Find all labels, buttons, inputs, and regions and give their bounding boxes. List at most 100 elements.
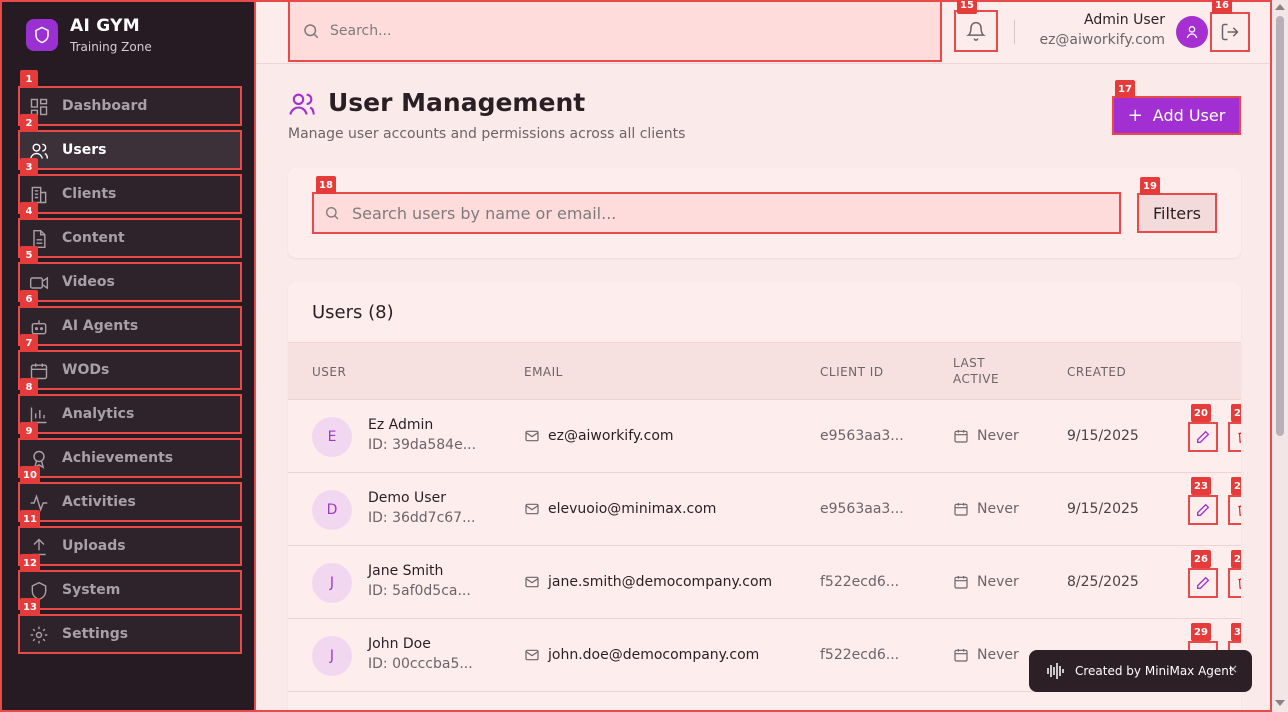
nav-badge-videos: 5 <box>20 246 38 264</box>
global-search-placeholder: Search... <box>330 23 392 39</box>
user-email-cell: john.doe@democompany.com <box>548 647 760 663</box>
nav-badge-clients: 3 <box>20 158 38 176</box>
add-user-button[interactable]: + Add User <box>1112 96 1241 135</box>
client-id-cell: f522ecd6... <box>820 647 900 663</box>
sidebar-item-label: Dashboard <box>62 98 148 114</box>
last-active-cell: Never <box>977 501 1019 517</box>
last-active-cell: Never <box>977 574 1019 590</box>
plus-icon: + <box>1127 105 1143 126</box>
sidebar-item-label: Achievements <box>62 450 174 466</box>
mail-icon <box>525 576 539 588</box>
edit-button[interactable] <box>1188 495 1218 525</box>
client-id-cell: f522ecd6... <box>820 574 900 590</box>
bell-badge: 15 <box>957 0 977 14</box>
sidebar-item-activities[interactable]: Activities <box>18 482 242 522</box>
calendar-icon <box>954 503 968 516</box>
brand-title: AI GYM <box>70 16 141 36</box>
user-name-cell: John Doe <box>368 636 431 652</box>
scroll-up-icon[interactable] <box>1275 4 1285 10</box>
sidebar-item-label: Settings <box>62 626 129 642</box>
user-avatar: E <box>312 417 352 457</box>
sidebar-item-uploads[interactable]: Uploads <box>18 526 242 566</box>
sidebar-item-videos[interactable]: Videos <box>18 262 242 302</box>
brand-subtitle: Training Zone <box>70 40 152 54</box>
edit-button[interactable] <box>1188 568 1218 598</box>
table-header: USER EMAIL CLIENT ID LAST ACTIVE CREATED <box>288 342 1241 400</box>
user-name-cell: Jane Smith <box>368 563 444 579</box>
scroll-down-icon[interactable] <box>1275 700 1285 706</box>
sidebar-item-label: Users <box>62 142 107 158</box>
user-icon <box>1186 26 1198 39</box>
user-name: Admin User <box>1084 12 1165 28</box>
user-id-cell: ID: 39da584e... <box>368 437 477 453</box>
page-subtitle: Manage user accounts and permissions acr… <box>288 126 686 142</box>
sidebar-item-dashboard[interactable]: Dashboard <box>18 86 242 126</box>
scrollbar[interactable] <box>1272 0 1288 712</box>
close-icon[interactable]: × <box>1228 662 1238 676</box>
nav-badge-users: 2 <box>20 114 38 132</box>
toast-text: Created by MiniMax Agent <box>1075 664 1234 678</box>
filters-badge: 19 <box>1140 177 1160 195</box>
delete-badge: 24 <box>1231 477 1241 495</box>
nav-badge-achievements: 9 <box>20 422 38 440</box>
table-row: J Jane Smith ID: 5af0d5ca... jane.smith@dem… <box>288 546 1241 619</box>
trash-icon <box>1238 577 1241 589</box>
sidebar-item-settings[interactable]: Settings <box>18 614 242 654</box>
user-info: Admin User ez@aiworkify.com <box>1039 12 1165 48</box>
sidebar-item-label: System <box>62 582 121 598</box>
user-search-input[interactable]: Search users by name or email... <box>312 192 1121 234</box>
sidebar-item-label: WODs <box>62 362 110 378</box>
user-id-cell: ID: 36dd7c67... <box>368 510 476 526</box>
nav-badge-dashboard: 1 <box>20 70 38 88</box>
header-email: EMAIL <box>524 365 563 379</box>
user-email-cell: ez@aiworkify.com <box>548 428 674 444</box>
created-cell: 9/15/2025 <box>1067 428 1139 444</box>
edit-icon <box>1197 503 1210 516</box>
trash-icon <box>1238 431 1241 443</box>
scroll-thumb[interactable] <box>1276 16 1284 436</box>
sidebar-item-clients[interactable]: Clients <box>18 174 242 214</box>
sidebar-item-system[interactable]: System <box>18 570 242 610</box>
sidebar: AI GYM Training Zone 1 Dashboard 2 Users 3 Cl… <box>0 0 256 712</box>
sidebar-item-achievements[interactable]: Achievements <box>18 438 242 478</box>
edit-button[interactable] <box>1188 422 1218 452</box>
sidebar-item-analytics[interactable]: Analytics <box>18 394 242 434</box>
users-table-card: Users (8) USER EMAIL CLIENT ID LAST ACTI… <box>288 282 1241 712</box>
mail-icon <box>525 649 539 661</box>
sidebar-item-label: Clients <box>62 186 117 202</box>
logout-button[interactable] <box>1210 12 1250 52</box>
header-user: USER <box>312 365 347 379</box>
client-id-cell: e9563aa3... <box>820 501 904 517</box>
notifications-button[interactable] <box>954 10 998 52</box>
sidebar-item-content[interactable]: Content <box>18 218 242 258</box>
delete-badge: 27 <box>1231 550 1241 568</box>
global-search-input[interactable]: Search... <box>288 0 942 62</box>
nav-badge-analytics: 8 <box>20 378 38 396</box>
delete-button[interactable] <box>1228 568 1241 598</box>
search-card: 18 Search users by name or email... 19 F… <box>288 168 1241 258</box>
logout-icon <box>1221 23 1239 41</box>
table-title: Users (8) <box>312 302 394 323</box>
sidebar-item-ai-agents[interactable]: AI Agents <box>18 306 242 346</box>
user-id-cell: ID: 00cccba5... <box>368 656 473 672</box>
logout-badge: 16 <box>1212 0 1232 14</box>
mail-icon <box>525 430 539 442</box>
edit-badge: 20 <box>1191 404 1211 422</box>
avatar[interactable] <box>1176 16 1208 48</box>
header-last-active-line2: ACTIVE <box>953 372 1000 386</box>
created-cell: 8/25/2025 <box>1067 574 1139 590</box>
client-id-cell: e9563aa3... <box>820 428 904 444</box>
delete-button[interactable] <box>1228 495 1241 525</box>
user-name-cell: Ez Admin <box>368 417 434 433</box>
sidebar-item-users[interactable]: Users <box>18 130 242 170</box>
delete-badge: 21 <box>1231 404 1241 422</box>
edit-badge: 29 <box>1191 623 1211 641</box>
delete-button[interactable] <box>1228 422 1241 452</box>
user-avatar: J <box>312 636 352 676</box>
calendar-icon <box>954 649 968 662</box>
sidebar-item-wods[interactable]: WODs <box>18 350 242 390</box>
filters-button[interactable]: Filters <box>1137 193 1217 233</box>
edit-badge: 26 <box>1191 550 1211 568</box>
sidebar-item-label: Analytics <box>62 406 135 422</box>
table-row: D Demo User ID: 36dd7c67... elevuoio@minima… <box>288 473 1241 546</box>
